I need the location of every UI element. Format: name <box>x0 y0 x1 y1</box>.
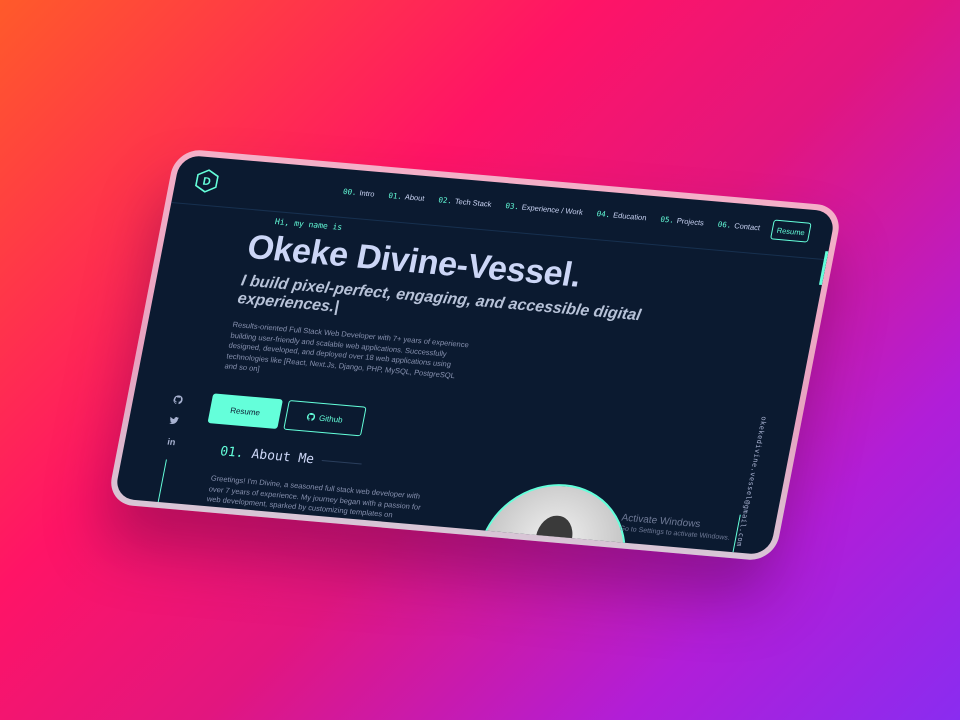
nav-num: 01. <box>387 190 403 201</box>
photo-shoulders <box>503 552 589 556</box>
email-link[interactable]: okekedivine.vessel@gmail.com <box>735 416 768 547</box>
about-title: About Me <box>250 446 316 468</box>
logo[interactable]: D <box>194 168 221 194</box>
photo-face <box>531 514 577 556</box>
social-linkedin-link[interactable]: in <box>164 436 178 448</box>
nav-item-education[interactable]: 04.Education <box>596 209 647 222</box>
about-number: 01. <box>218 444 245 462</box>
nav-label: Projects <box>676 216 705 228</box>
nav-resume-button[interactable]: Resume <box>770 219 812 243</box>
nav-item-tech-stack[interactable]: 02.Tech Stack <box>438 195 493 209</box>
device-frame: D 00.Intro 01.About 02.Tech Stack 03.Exp… <box>106 148 844 562</box>
background-stage: D 00.Intro 01.About 02.Tech Stack 03.Exp… <box>0 0 960 720</box>
github-icon <box>173 395 183 405</box>
nav-num: 03. <box>504 201 520 212</box>
activate-windows-watermark: Activate Windows Go to Settings to activ… <box>619 512 733 541</box>
profile-photo <box>464 478 639 556</box>
nav-label: Experience / Work <box>521 202 584 217</box>
logo-letter: D <box>202 176 212 189</box>
nav-item-intro[interactable]: 00.Intro <box>342 187 375 199</box>
about-heading: 01. About Me <box>219 444 363 471</box>
nav-label: Tech Stack <box>454 196 493 209</box>
hero-section: Hi, my name is Okeke Divine-Vessel. I bu… <box>224 215 673 408</box>
nav-item-projects[interactable]: 05.Projects <box>660 215 705 228</box>
about-divider <box>321 460 362 465</box>
portfolio-screen: D 00.Intro 01.About 02.Tech Stack 03.Exp… <box>113 154 837 556</box>
nav-item-contact[interactable]: 06.Contact <box>717 220 761 233</box>
hero-intro: Results-oriented Full Stack Web Develope… <box>223 319 470 380</box>
nav-num: 02. <box>437 195 453 206</box>
github-button-label: Github <box>318 413 344 425</box>
nav-item-experience[interactable]: 03.Experience / Work <box>505 201 584 217</box>
nav-menu: 00.Intro 01.About 02.Tech Stack 03.Exper… <box>342 187 761 232</box>
social-divider-line <box>154 459 167 519</box>
github-icon <box>307 413 316 421</box>
social-links: in <box>164 395 186 447</box>
nav-label: Contact <box>733 221 761 233</box>
nav-label: Education <box>612 210 648 223</box>
github-button[interactable]: Github <box>283 399 367 437</box>
nav-label: Intro <box>358 188 376 199</box>
social-github-link[interactable] <box>173 395 187 405</box>
twitter-icon <box>169 416 180 424</box>
nav-num: 06. <box>716 219 733 230</box>
hero-buttons: Resume Github <box>207 393 367 437</box>
hexagon-logo-icon: D <box>195 169 219 193</box>
nav-num: 00. <box>342 186 358 198</box>
linkedin-icon: in <box>166 436 177 448</box>
nav-label: About <box>404 192 426 203</box>
resume-button[interactable]: Resume <box>207 393 283 430</box>
social-twitter-link[interactable] <box>169 416 183 426</box>
nav-num: 05. <box>659 214 675 225</box>
nav-item-about[interactable]: 01.About <box>388 191 426 203</box>
about-text: Greetings! I'm Divine, a seasoned full s… <box>204 473 422 520</box>
nav-num: 04. <box>595 209 612 220</box>
